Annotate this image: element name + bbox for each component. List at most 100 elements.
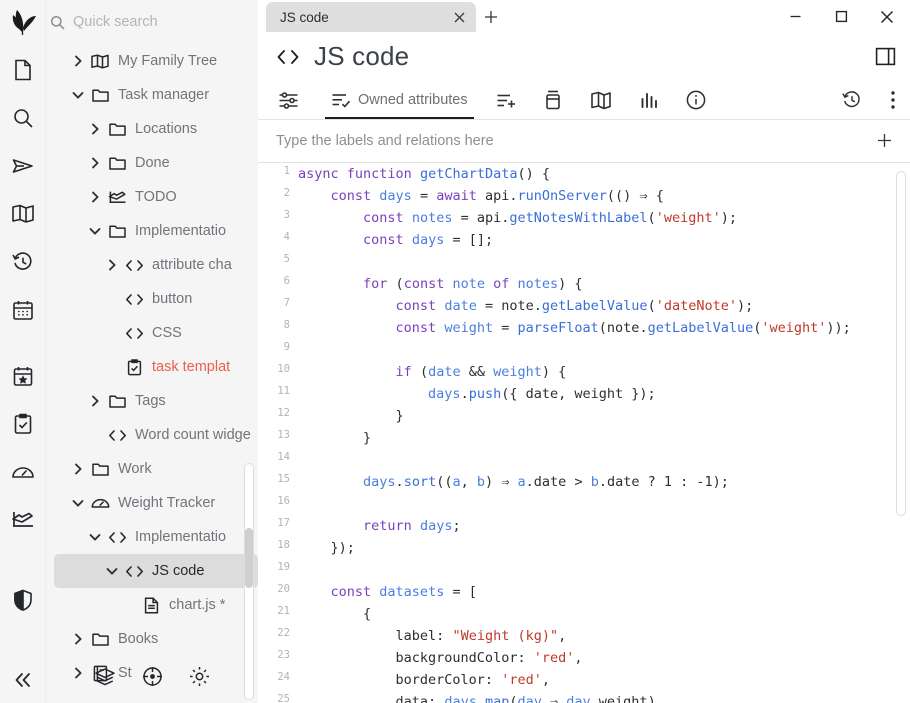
calendar-icon[interactable] <box>8 295 38 325</box>
plus-icon[interactable] <box>476 2 506 32</box>
code-line[interactable]: 12 } <box>258 405 910 427</box>
tree-item-work[interactable]: Work <box>46 452 258 486</box>
line-number: 10 <box>258 361 298 375</box>
chevron-down-icon[interactable] <box>85 533 105 542</box>
tree-item-chart-js[interactable]: chart.js * <box>46 588 258 622</box>
note-map-button[interactable] <box>576 81 626 119</box>
code-line[interactable]: 13 } <box>258 427 910 449</box>
basic-properties-button[interactable] <box>272 81 317 119</box>
attribute-entry-bar[interactable]: Type the labels and relations here <box>258 120 910 163</box>
quick-search-input[interactable] <box>73 14 223 30</box>
note-info-chart-button[interactable] <box>626 81 672 119</box>
chevron-right-icon[interactable] <box>102 259 122 271</box>
code-line-text: backgroundColor: 'red', <box>298 650 582 666</box>
chevron-right-icon[interactable] <box>85 395 105 407</box>
note-actions-menu-button[interactable] <box>876 81 910 119</box>
chevrons-left-icon[interactable] <box>8 665 38 695</box>
calendar-star-icon[interactable] <box>8 361 38 391</box>
recent-history-clock-icon[interactable] <box>8 247 38 277</box>
tree-item-todo[interactable]: TODO <box>46 180 258 214</box>
tree-item-tags[interactable]: Tags <box>46 384 258 418</box>
code-line[interactable]: 3 const notes = api.getNotesWithLabel('w… <box>258 207 910 229</box>
code-line[interactable]: 2 const days = await api.runOnServer(() … <box>258 185 910 207</box>
tree-item-js-code[interactable]: JS code <box>54 554 258 588</box>
page-title[interactable]: JS code <box>314 41 409 72</box>
plane-takeoff-icon[interactable] <box>8 505 38 535</box>
shield-icon[interactable] <box>8 585 38 615</box>
gear-icon[interactable] <box>189 666 210 692</box>
chevron-right-icon[interactable] <box>68 463 88 475</box>
chevron-down-icon[interactable] <box>85 227 105 236</box>
tree-item-books[interactable]: Books <box>46 622 258 656</box>
code-line[interactable]: 11 days.push({ date, weight }); <box>258 383 910 405</box>
inherited-attributes-button[interactable] <box>530 81 576 119</box>
tab-owned-attributes[interactable]: Owned attributes <box>317 81 482 119</box>
layers-icon[interactable] <box>94 667 116 692</box>
line-number: 24 <box>258 669 298 683</box>
search-icon[interactable] <box>8 103 38 133</box>
chevron-down-icon[interactable] <box>68 499 88 508</box>
close-window-button[interactable] <box>864 0 910 33</box>
code-line[interactable]: 19 <box>258 559 910 581</box>
maximize-button[interactable] <box>818 0 864 33</box>
right-sidebar-toggle-icon[interactable] <box>875 46 900 67</box>
sidebar-scrollbar-thumb[interactable] <box>245 528 253 588</box>
target-crosshair-icon[interactable] <box>142 666 163 692</box>
tree-item-attribute-cha[interactable]: attribute cha <box>46 248 258 282</box>
attribute-input-placeholder[interactable]: Type the labels and relations here <box>276 133 877 149</box>
chevron-right-icon[interactable] <box>85 157 105 169</box>
minimize-button[interactable] <box>772 0 818 33</box>
tree-item-my-family-tree[interactable]: My Family Tree <box>46 44 258 78</box>
tree-item-task-manager[interactable]: Task manager <box>46 78 258 112</box>
code-line[interactable]: 18 }); <box>258 537 910 559</box>
note-info-button[interactable] <box>672 81 720 119</box>
tree-item-button[interactable]: button <box>46 282 258 316</box>
chevron-down-icon[interactable] <box>68 91 88 100</box>
code-lines-container[interactable]: 1async function getChartData() {2 const … <box>258 163 910 703</box>
code-icon <box>122 327 146 340</box>
tree-item-implementatio[interactable]: Implementatio <box>46 214 258 248</box>
clipboard-check-icon[interactable] <box>8 409 38 439</box>
close-icon[interactable] <box>450 8 468 26</box>
tree-item-css[interactable]: CSS <box>46 316 258 350</box>
plus-icon[interactable] <box>877 133 896 148</box>
code-editor[interactable]: 1async function getChartData() {2 const … <box>258 163 910 703</box>
chevron-right-icon[interactable] <box>85 123 105 135</box>
code-line[interactable]: 10 if (date && weight) { <box>258 361 910 383</box>
tree-item-word-count-widge[interactable]: Word count widge <box>46 418 258 452</box>
code-line[interactable]: 24 borderColor: 'red', <box>258 669 910 691</box>
code-line[interactable]: 4 const days = []; <box>258 229 910 251</box>
dashboard-gauge-icon[interactable] <box>8 457 38 487</box>
tree-item-weight-tracker[interactable]: Weight Tracker <box>46 486 258 520</box>
code-line[interactable]: 22 label: "Weight (kg)", <box>258 625 910 647</box>
tree-item-implementatio[interactable]: Implementatio <box>46 520 258 554</box>
chevron-down-icon[interactable] <box>102 567 122 576</box>
tree-item-locations[interactable]: Locations <box>46 112 258 146</box>
code-line[interactable]: 6 for (const note of notes) { <box>258 273 910 295</box>
code-line[interactable]: 8 const weight = parseFloat(note.getLabe… <box>258 317 910 339</box>
chevron-right-icon[interactable] <box>85 191 105 203</box>
note-page-icon[interactable] <box>8 55 38 85</box>
code-line[interactable]: 9 <box>258 339 910 361</box>
code-line[interactable]: 16 <box>258 493 910 515</box>
code-line[interactable]: 1async function getChartData() { <box>258 163 910 185</box>
code-line[interactable]: 14 <box>258 449 910 471</box>
chevron-right-icon[interactable] <box>68 633 88 645</box>
code-line[interactable]: 25 data: days.map(day ⇒ day.weight), <box>258 691 910 703</box>
tab-js-code[interactable]: JS code <box>266 2 476 32</box>
chevron-right-icon[interactable] <box>68 55 88 67</box>
code-line[interactable]: 7 const date = note.getLabelValue('dateN… <box>258 295 910 317</box>
send-paper-plane-icon[interactable] <box>8 151 38 181</box>
code-line[interactable]: 17 return days; <box>258 515 910 537</box>
code-line[interactable]: 20 const datasets = [ <box>258 581 910 603</box>
tree-item-task-templat[interactable]: task templat <box>46 350 258 384</box>
code-line[interactable]: 15 days.sort((a, b) ⇒ a.date > b.date ? … <box>258 471 910 493</box>
code-line[interactable]: 5 <box>258 251 910 273</box>
note-revisions-button[interactable] <box>828 81 876 119</box>
tree-item-done[interactable]: Done <box>46 146 258 180</box>
map-book-icon[interactable] <box>8 199 38 229</box>
add-attribute-button[interactable] <box>482 81 530 119</box>
code-line[interactable]: 21 { <box>258 603 910 625</box>
tree-item-label: Weight Tracker <box>112 495 215 511</box>
code-line[interactable]: 23 backgroundColor: 'red', <box>258 647 910 669</box>
